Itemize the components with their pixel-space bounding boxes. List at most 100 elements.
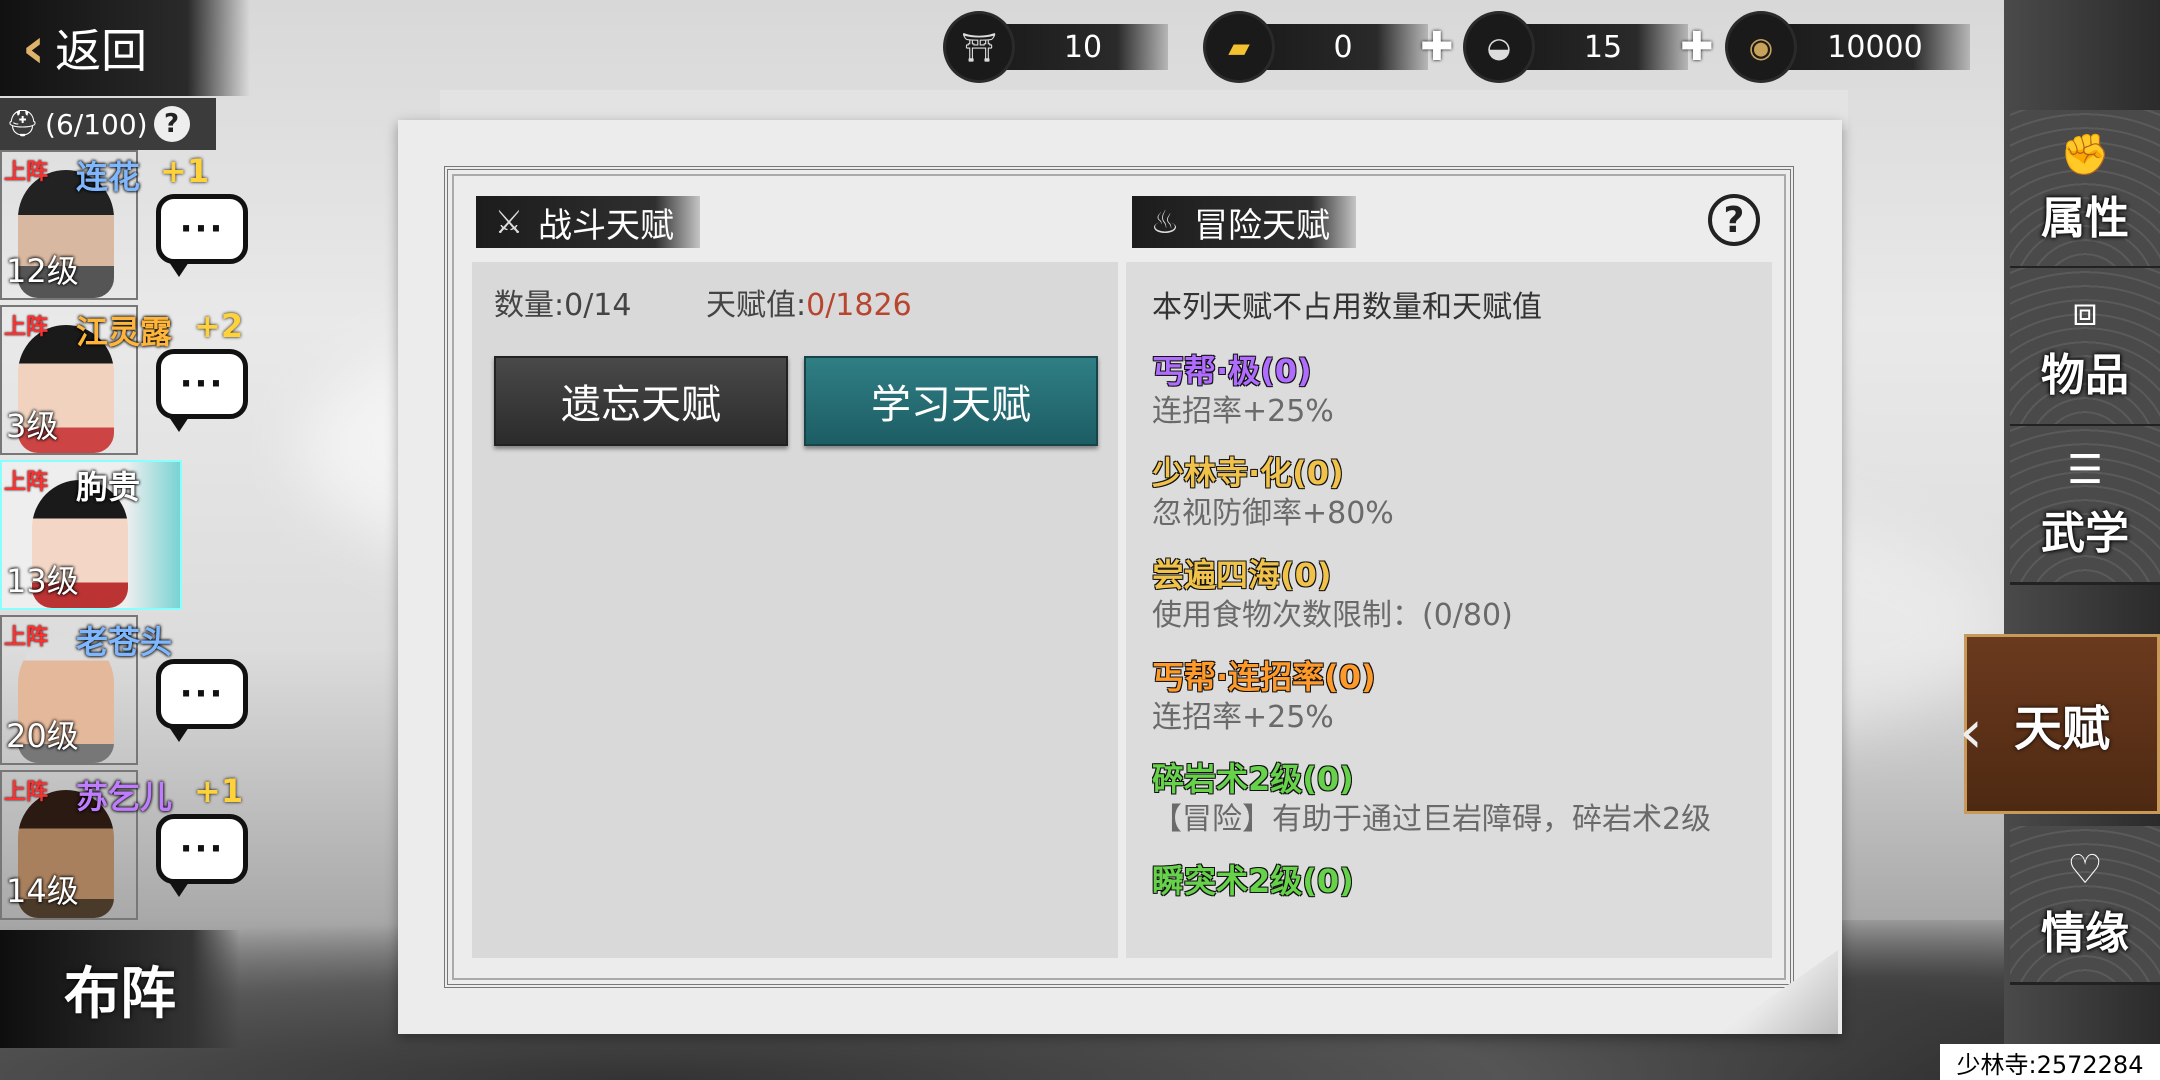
back-label: 返回	[55, 24, 148, 78]
talent-points: 天赋值:0/1826	[706, 280, 912, 324]
hero-name: 连花	[76, 158, 141, 196]
hero-card[interactable]: 上阵 12级 连花 +1 ···	[0, 150, 250, 305]
currency-silver: ◒ 15 ✚	[1466, 14, 1714, 80]
hero-card[interactable]: 上阵 3级 江灵露 +2 ···	[0, 305, 250, 460]
list-item[interactable]: 碎岩术2级(0) 【冒险】有助于通过巨岩障碍，碎岩术2级	[1152, 758, 1782, 840]
help-button[interactable]: ?	[1708, 194, 1760, 246]
currency-bronze: ⛩ 10	[946, 14, 1168, 80]
talent-points-value: 0/1826	[806, 288, 912, 323]
formation-label: 布阵	[64, 960, 176, 1027]
hero-level: 20级	[6, 717, 79, 755]
currency-value: 10	[998, 24, 1168, 70]
hero-card[interactable]: 上阵 20级 老苍头 ···	[0, 615, 250, 770]
nav-label: 天赋	[2013, 701, 2110, 757]
nav-item-talent-active[interactable]: ‹ 天赋	[1959, 634, 2160, 814]
nav-item-items[interactable]: ⧈ 物品	[2010, 268, 2160, 427]
currency-copper: ◉ 10000	[1728, 14, 1970, 80]
add-gold-button[interactable]: ✚	[1420, 24, 1454, 70]
book-icon: ☰	[2067, 447, 2103, 493]
location-readout: 少林寺:2572284	[1940, 1044, 2160, 1080]
list-item[interactable]: 丐帮·连招率(0) 连招率+25%	[1152, 656, 1782, 738]
nav-label: 属性	[2041, 192, 2129, 244]
hero-bonus: +1	[160, 152, 210, 190]
hero-name: 老苍头	[76, 623, 173, 661]
talent-name: 少林寺·化(0)	[1152, 454, 1344, 492]
formation-button[interactable]: 布阵	[0, 930, 240, 1048]
talent-desc: 【冒险】有助于通过巨岩障碍，碎岩术2级	[1152, 802, 1712, 837]
talent-name: 丐帮·连招率(0)	[1152, 658, 1376, 696]
deployed-tag: 上阵	[4, 160, 49, 185]
hero-level: 13级	[6, 562, 79, 600]
combat-talent-header: ⚔ 战斗天赋	[476, 196, 700, 248]
chevron-left-icon: ‹	[22, 15, 46, 81]
adventure-talent-title: 冒险天赋	[1194, 205, 1330, 246]
hero-card-selected[interactable]: 上阵 13级 朐贵	[0, 460, 250, 615]
adventure-note: 本列天赋不占用数量和天赋值	[1152, 290, 1542, 325]
adventure-talent-list[interactable]: 丐帮·极(0) 连招率+25% 少林寺·化(0) 忽视防御率+80% 尝遍四海(…	[1152, 350, 1782, 960]
nav-item-attributes[interactable]: ✊ 属性	[2010, 110, 2160, 269]
talent-desc: 连招率+25%	[1152, 700, 1334, 735]
list-item[interactable]: 尝遍四海(0) 使用食物次数限制：(0/80)	[1152, 554, 1782, 636]
gift-box-icon: ⧈	[2072, 289, 2098, 335]
hero-level: 14级	[6, 872, 79, 910]
hero-bonus: +1	[194, 772, 244, 810]
nav-label: 情缘	[2041, 908, 2129, 959]
deployed-tag: 上阵	[4, 470, 49, 495]
hero-level: 12级	[6, 252, 79, 290]
talent-name: 瞬突术2级(0)	[1152, 862, 1354, 900]
chat-bubble-icon[interactable]: ···	[156, 814, 248, 897]
hero-name: 苏乞儿	[76, 778, 173, 816]
helmet-icon: ⛑	[6, 109, 40, 139]
nav-label: 武学	[2041, 508, 2129, 559]
hero-bonus: +2	[194, 307, 244, 345]
hero-roster: ⛑ (6/100) ? 上阵 12级 连花 +1 ··· 上阵 3级 江灵露 +…	[0, 98, 250, 928]
side-nav: ✊ 属性 ⧈ 物品 ☰ 武学 ‹ 天赋 ♡ 情缘	[1959, 0, 2160, 1080]
list-item[interactable]: 瞬突术2级(0)	[1152, 860, 1782, 902]
roster-help-button[interactable]: ?	[153, 106, 190, 142]
currency-value: 15	[1518, 24, 1688, 70]
talent-name: 碎岩术2级(0)	[1152, 760, 1354, 798]
chat-bubble-icon[interactable]: ···	[156, 349, 248, 432]
add-silver-button[interactable]: ✚	[1680, 24, 1714, 70]
chat-bubble-icon[interactable]: ···	[156, 194, 248, 277]
talent-desc: 连招率+25%	[1152, 394, 1334, 429]
silver-ingot-icon: ◒	[1466, 14, 1532, 80]
list-item[interactable]: 丐帮·极(0) 连招率+25%	[1152, 350, 1782, 432]
deployed-tag: 上阵	[4, 625, 49, 650]
talent-desc: 使用食物次数限制：(0/80)	[1152, 598, 1513, 633]
roster-count-label: (6/100)	[45, 107, 148, 141]
learn-talent-button[interactable]: 学习天赋	[804, 356, 1098, 446]
chat-bubble-icon[interactable]: ···	[156, 659, 248, 742]
currency-gold: ▰ 0 ✚	[1206, 14, 1454, 80]
talent-count: 数量:0/14	[494, 288, 632, 323]
deployed-tag: 上阵	[4, 780, 49, 805]
list-item[interactable]: 少林寺·化(0) 忽视防御率+80%	[1152, 452, 1782, 534]
deployed-tag: 上阵	[4, 315, 49, 340]
hero-level: 3级	[6, 407, 59, 445]
nav-item-martial-arts[interactable]: ☰ 武学	[2010, 426, 2160, 585]
currency-value: 10000	[1780, 24, 1970, 70]
combat-emblem-icon: ⚔	[494, 203, 524, 241]
bronze-token-icon: ⛩	[946, 14, 1012, 80]
flame-emblem-icon: ♨	[1150, 203, 1180, 241]
nav-item-bonds[interactable]: ♡ 情缘	[2010, 826, 2160, 985]
roster-count: ⛑ (6/100) ?	[0, 98, 216, 150]
talent-name: 丐帮·极(0)	[1152, 352, 1312, 390]
copper-coin-icon: ◉	[1728, 14, 1794, 80]
nav-label: 物品	[2041, 350, 2129, 401]
talent-desc: 忽视防御率+80%	[1152, 496, 1394, 531]
combat-talent-title: 战斗天赋	[538, 205, 674, 246]
forget-talent-button[interactable]: 遗忘天赋	[494, 356, 788, 446]
hero-name: 朐贵	[76, 468, 141, 506]
adventure-talent-header: ♨ 冒险天赋	[1132, 196, 1356, 248]
hero-card[interactable]: 上阵 14级 苏乞儿 +1 ···	[0, 770, 250, 925]
gold-ingot-icon: ▰	[1206, 14, 1272, 80]
currency-value: 0	[1258, 24, 1428, 70]
heart-icon: ♡	[2067, 847, 2103, 893]
back-button[interactable]: ‹ 返回	[0, 0, 250, 96]
chevron-left-icon: ‹	[1959, 697, 1983, 767]
hero-name: 江灵露	[76, 313, 173, 351]
talent-name: 尝遍四海(0)	[1152, 556, 1332, 594]
talent-points-label: 天赋值:	[706, 288, 807, 323]
fist-icon: ✊	[2060, 131, 2110, 178]
